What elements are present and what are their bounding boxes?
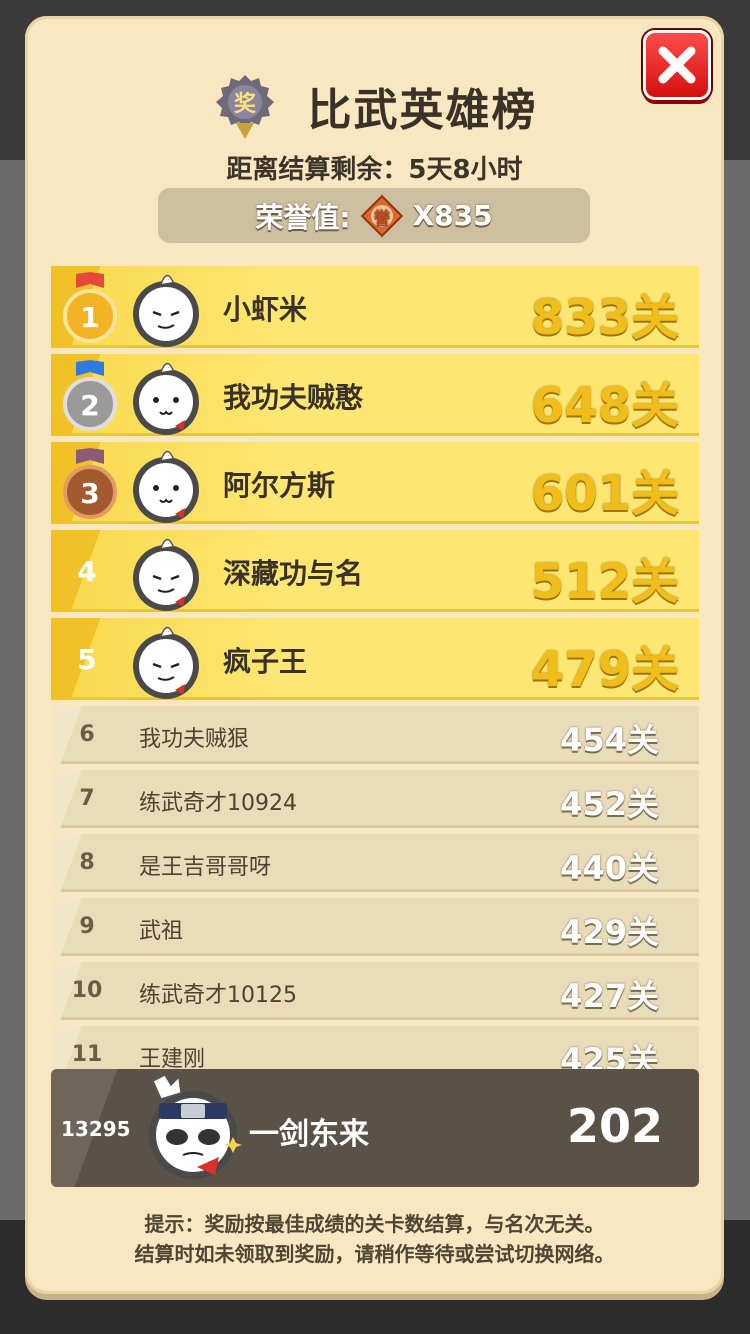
rank-number: 8 xyxy=(79,850,95,875)
bronze-medal-icon: 3 xyxy=(63,448,117,519)
countdown-value: 5天8小时 xyxy=(408,155,523,185)
leaderboard-list[interactable]: 1 小虾米 833关 2 我功夫贼憨 648关 3 阿尔方斯 601关 4 深藏… xyxy=(51,266,699,1076)
honor-value-box: 荣誉值: 誉 X835 xyxy=(158,188,590,243)
svg-text:誉: 誉 xyxy=(373,208,391,227)
reward-tip: 提示：奖励按最佳成绩的关卡数结算，与名次无关。 结算时如未领取到奖励，请稍作等待… xyxy=(25,1209,724,1269)
honor-medal-icon: 誉 xyxy=(360,194,403,237)
honor-value: X835 xyxy=(412,199,493,232)
award-gear-icon: 奖 xyxy=(215,75,274,139)
player-score: 427关 xyxy=(560,977,659,1015)
leaderboard-row-top: 2 我功夫贼憨 648关 xyxy=(51,354,699,436)
rank-number: 10 xyxy=(71,978,103,1003)
rank-number: 7 xyxy=(79,786,95,811)
rank-number: 5 xyxy=(77,643,97,676)
title-row: 奖 比武英雄榜 xyxy=(25,66,724,146)
player-score: 512关 xyxy=(530,554,679,610)
player-name: 疯子王 xyxy=(223,645,308,678)
page-title: 比武英雄榜 xyxy=(307,85,538,136)
tip-line-1: 提示：奖励按最佳成绩的关卡数结算，与名次无关。 xyxy=(144,1212,605,1236)
avatar xyxy=(133,450,199,523)
avatar xyxy=(133,362,199,435)
player-name: 我功夫贼狠 xyxy=(139,727,250,752)
avatar xyxy=(133,274,199,347)
player-score: 452关 xyxy=(560,785,659,823)
gold-medal-icon: 1 xyxy=(63,272,117,343)
my-avatar xyxy=(149,1074,242,1179)
leaderboard-row-top: 3 阿尔方斯 601关 xyxy=(51,442,699,524)
player-score: 479关 xyxy=(530,642,679,698)
leaderboard-dialog: 奖 比武英雄榜 距离结算剩余：5天8小时 荣誉值: 誉 X835 1 小虾米 8… xyxy=(25,16,724,1294)
rank-number: 6 xyxy=(79,722,95,747)
player-score: 454关 xyxy=(560,721,659,759)
player-score: 833关 xyxy=(530,290,679,346)
honor-label: 荣誉值: xyxy=(255,200,351,234)
leaderboard-row: 9 武祖 429关 xyxy=(51,898,699,956)
svg-text:奖: 奖 xyxy=(233,91,256,117)
tip-line-2: 结算时如未领取到奖励，请稍作等待或尝试切换网络。 xyxy=(134,1242,615,1266)
leaderboard-row: 8 是王吉哥哥呀 440关 xyxy=(51,834,699,892)
leaderboard-row-top: 1 小虾米 833关 xyxy=(51,266,699,348)
player-name: 是王吉哥哥呀 xyxy=(139,855,272,880)
player-name: 武祖 xyxy=(139,919,184,944)
my-rank-number: 13295 xyxy=(61,1117,131,1141)
player-name: 深藏功与名 xyxy=(223,557,364,590)
player-score: 601关 xyxy=(530,466,679,522)
silver-medal-icon: 2 xyxy=(63,360,117,431)
player-score: 648关 xyxy=(530,378,679,434)
countdown-text: 距离结算剩余：5天8小时 xyxy=(25,149,724,186)
leaderboard-row-top: 4 深藏功与名 512关 xyxy=(51,530,699,612)
player-name: 阿尔方斯 xyxy=(223,469,336,502)
my-player-name: 一剑东来 xyxy=(249,1117,369,1152)
player-score: 440关 xyxy=(560,849,659,887)
avatar xyxy=(133,538,199,611)
svg-text:3: 3 xyxy=(80,477,99,510)
player-name: 练武奇才10125 xyxy=(139,983,297,1008)
leaderboard-row: 6 我功夫贼狠 454关 xyxy=(51,706,699,764)
close-button[interactable] xyxy=(643,30,711,100)
rank-number: 11 xyxy=(71,1042,103,1067)
my-rank-row: 13295 一剑东来 202 xyxy=(51,1069,699,1187)
rank-number: 9 xyxy=(79,914,95,939)
svg-text:1: 1 xyxy=(80,301,99,334)
my-player-score: 202 xyxy=(566,1099,663,1153)
player-name: 小虾米 xyxy=(223,293,308,326)
close-icon xyxy=(658,46,696,84)
leaderboard-row: 7 练武奇才10924 452关 xyxy=(51,770,699,828)
leaderboard-row: 10 练武奇才10125 427关 xyxy=(51,962,699,1020)
avatar xyxy=(133,626,199,699)
player-name: 我功夫贼憨 xyxy=(223,381,364,414)
leaderboard-row-top: 5 疯子王 479关 xyxy=(51,618,699,700)
player-score: 429关 xyxy=(560,913,659,951)
svg-text:2: 2 xyxy=(80,389,99,422)
player-name: 练武奇才10924 xyxy=(139,791,297,816)
countdown-label: 距离结算剩余： xyxy=(226,155,409,185)
rank-number: 4 xyxy=(77,555,97,588)
